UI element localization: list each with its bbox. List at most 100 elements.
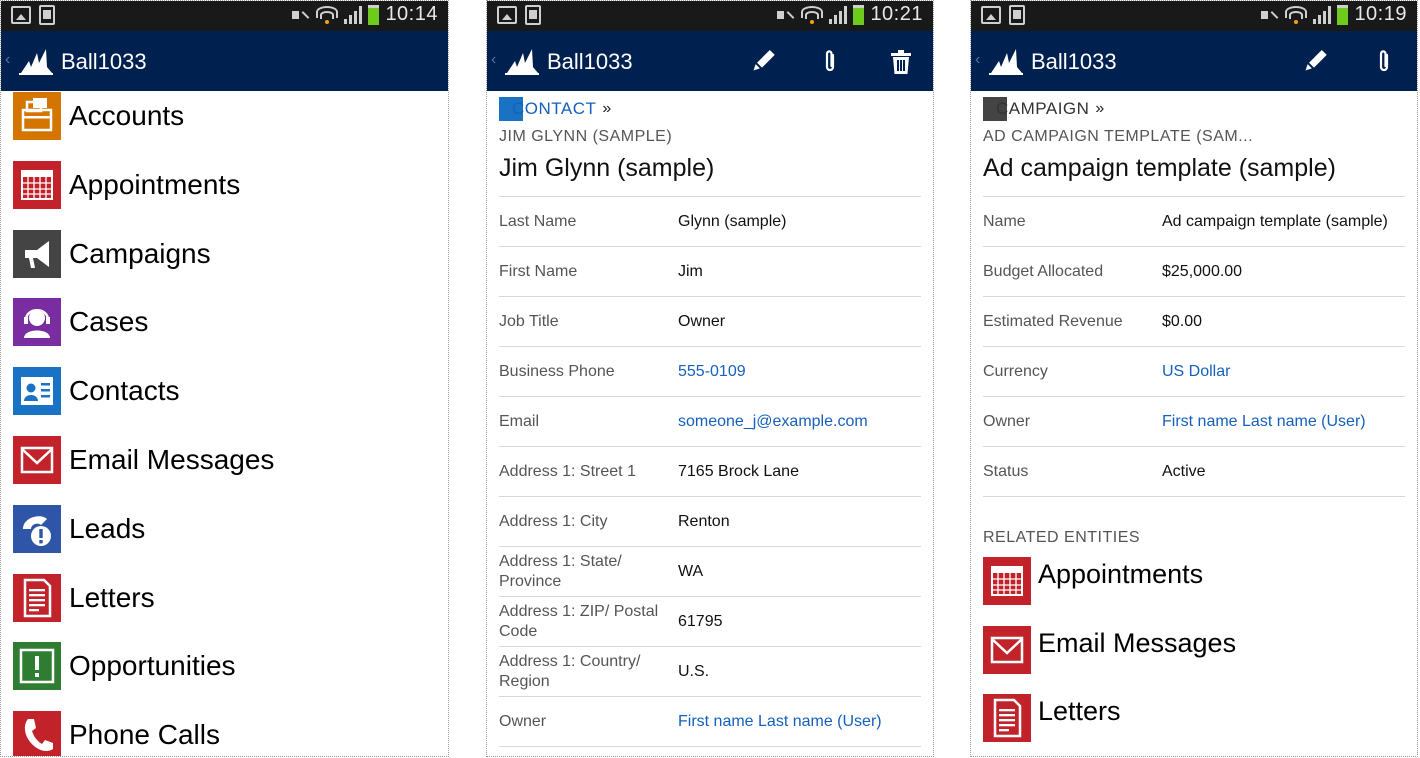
field-label: Address 1: State/ Province (499, 552, 622, 590)
status-bar: 10:21 (487, 1, 933, 31)
attach-icon[interactable] (817, 49, 843, 75)
field-row-country: Address 1: Country/ Region U.S. (499, 647, 921, 697)
nav-item-cases[interactable]: Cases (13, 298, 448, 367)
related-item-label: Letters (1038, 696, 1121, 727)
field-row-owner: Owner First name Last name (User) (983, 397, 1405, 447)
appointments-icon (13, 161, 61, 209)
entity-type-label: CONTACT (512, 99, 597, 118)
delete-icon[interactable] (888, 49, 914, 75)
phone-link[interactable]: 555-0109 (678, 362, 921, 382)
back-icon[interactable]: ‹ (5, 51, 10, 69)
field-label: Owner (499, 712, 547, 730)
field-row-budget: Budget Allocated $25,000.00 (983, 247, 1405, 297)
field-label: Job Title (499, 312, 559, 330)
nav-item-label: Contacts (69, 375, 180, 407)
app-bar: ‹ Ball1033 (487, 31, 933, 91)
nav-item-label: Email Messages (69, 443, 275, 475)
field-row-last-name: Last Name Glynn (sample) (499, 197, 921, 247)
related-item-appointments[interactable]: Appointments (983, 557, 1417, 626)
field-value: Renton (678, 512, 730, 530)
gallery-notification-icon (981, 6, 1001, 24)
record-subtitle: JIM GLYNN (SAMPLE) (499, 128, 673, 145)
field-row-street: Address 1: Street 1 7165 Brock Lane (499, 447, 921, 497)
field-row-currency: Currency US Dollar (983, 347, 1405, 397)
nav-item-label: Appointments (69, 168, 241, 200)
wifi-icon (316, 4, 339, 26)
nav-item-opportunities[interactable]: Opportunities (13, 642, 448, 711)
document-notification-icon (525, 5, 541, 25)
dynamics-logo-icon[interactable] (989, 47, 1023, 75)
campaigns-icon (13, 230, 61, 278)
breadcrumb[interactable]: CONTACT » (499, 97, 611, 121)
nav-item-campaigns[interactable]: Campaigns (13, 230, 448, 299)
phone-screen-navigation: 10:14 ‹ Ball1033 Accounts Appointments C… (0, 0, 449, 757)
field-row-estimated-revenue: Estimated Revenue $0.00 (983, 297, 1405, 347)
field-label: Address 1: City (499, 512, 608, 530)
nav-item-appointments[interactable]: Appointments (13, 161, 448, 230)
app-title: Ball1033 (1031, 49, 1117, 74)
related-item-email-messages[interactable]: Email Messages (983, 626, 1417, 695)
letters-icon (983, 694, 1031, 742)
field-row-owner: Owner First name Last name (User) (499, 697, 921, 747)
battery-icon (853, 4, 865, 25)
email-messages-icon (983, 626, 1031, 674)
wifi-icon (801, 4, 824, 26)
nav-item-label: Letters (69, 581, 155, 613)
field-label: Last Name (499, 212, 577, 230)
field-value: Active (1162, 462, 1206, 480)
field-label: Owner (983, 412, 1031, 430)
status-time: 10:21 (870, 3, 923, 25)
related-item-letters[interactable]: Letters (983, 694, 1417, 757)
related-entities-list: Appointments Email Messages Letters (983, 557, 1417, 757)
field-value: Owner (678, 312, 726, 330)
edit-icon[interactable] (744, 44, 781, 81)
field-label: Address 1: Country/ Region (499, 652, 641, 690)
app-title: Ball1033 (547, 49, 633, 74)
gallery-notification-icon (497, 6, 517, 24)
field-value: Glynn (sample) (678, 212, 787, 230)
email-link[interactable]: someone_j@example.com (678, 412, 921, 432)
field-value: Jim (678, 262, 703, 280)
field-label: Estimated Revenue (983, 312, 1123, 330)
status-time: 10:14 (385, 3, 438, 25)
nav-item-label: Phone Calls (69, 719, 220, 751)
breadcrumb-separator: » (602, 100, 612, 117)
owner-link[interactable]: First name Last name (User) (678, 712, 921, 732)
back-icon[interactable]: ‹ (975, 51, 980, 69)
breadcrumb-separator: » (1095, 100, 1105, 117)
owner-link[interactable]: First name Last name (User) (1162, 412, 1405, 432)
dynamics-logo-icon[interactable] (505, 47, 539, 75)
record-title: Ad campaign template (sample) (983, 154, 1336, 182)
field-row-zip: Address 1: ZIP/ Postal Code 61795 (499, 597, 921, 647)
field-value: 7165 Brock Lane (678, 462, 799, 480)
currency-link[interactable]: US Dollar (1162, 362, 1405, 382)
field-row-city: Address 1: City Renton (499, 497, 921, 547)
contacts-icon (13, 367, 61, 415)
signal-icon (344, 5, 363, 24)
signal-icon (1313, 5, 1332, 24)
app-bar: ‹ Ball1033 (1, 31, 448, 91)
nav-item-label: Opportunities (69, 650, 236, 682)
mute-icon (1261, 8, 1279, 22)
attach-icon[interactable] (1371, 49, 1397, 75)
nav-item-contacts[interactable]: Contacts (13, 367, 448, 436)
opportunities-icon (13, 642, 61, 690)
record-title: Jim Glynn (sample) (499, 154, 715, 182)
nav-item-email-messages[interactable]: Email Messages (13, 436, 448, 505)
appointments-icon (983, 557, 1031, 605)
record-fields: Last Name Glynn (sample) First Name Jim … (499, 196, 921, 747)
field-value: $0.00 (1162, 312, 1203, 330)
letters-icon (13, 574, 61, 622)
edit-icon[interactable] (1296, 44, 1333, 81)
nav-item-leads[interactable]: Leads (13, 505, 448, 574)
dynamics-logo-icon[interactable] (19, 47, 53, 75)
phone-calls-icon (13, 711, 61, 757)
nav-item-letters[interactable]: Letters (13, 574, 448, 643)
field-label: Email (499, 412, 540, 430)
record-fields: Name Ad campaign template (sample) Budge… (983, 196, 1405, 497)
entity-type-label: CAMPAIGN (996, 99, 1090, 118)
nav-item-phone-calls[interactable]: Phone Calls (13, 711, 448, 757)
nav-item-accounts[interactable]: Accounts (13, 92, 448, 161)
breadcrumb[interactable]: CAMPAIGN » (983, 97, 1104, 121)
back-icon[interactable]: ‹ (491, 51, 496, 69)
